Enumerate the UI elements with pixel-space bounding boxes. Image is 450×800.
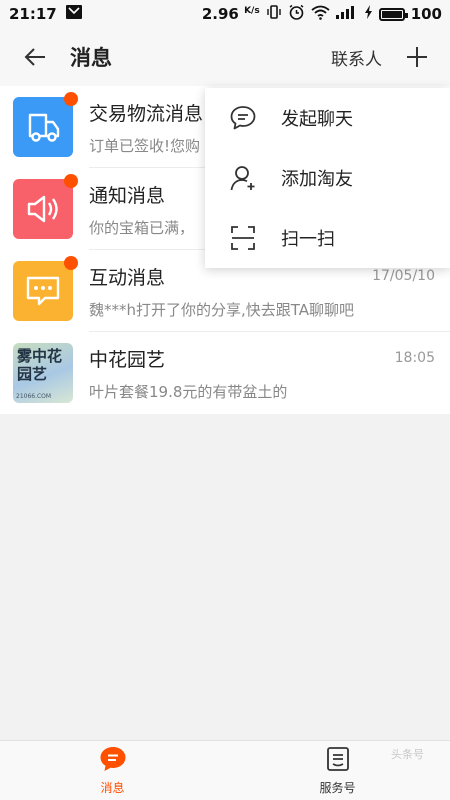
menu-item-scan[interactable]: 扫一扫: [205, 208, 450, 268]
unread-dot: [64, 92, 78, 106]
unread-dot: [64, 174, 78, 188]
watermark: 头条号: [391, 748, 424, 761]
menu-item-add-friend[interactable]: 添加淘友: [205, 148, 450, 208]
alarm-icon: [288, 4, 305, 25]
avatar-site: 21066.COM: [16, 393, 52, 400]
plus-icon: [407, 47, 427, 67]
back-arrow-icon: [24, 48, 45, 66]
add-friend-icon: [205, 164, 281, 192]
tab-label: 服务号: [319, 781, 356, 795]
message-title: 交易物流消息: [89, 102, 204, 125]
menu-item-label: 添加淘友: [281, 169, 353, 190]
truck-icon: [13, 97, 73, 157]
message-title: 中花园艺: [89, 348, 166, 371]
tab-label: 消息: [100, 781, 125, 795]
message-time: 18:05: [394, 350, 435, 366]
unread-dot: [64, 256, 78, 270]
avatar-text: 雾中花园艺: [17, 347, 63, 383]
header-bar: 消息 联系人: [0, 28, 450, 86]
message-time: 17/05/10: [372, 268, 435, 284]
vibrate-icon: [266, 4, 282, 24]
signal-icon: [335, 5, 358, 23]
message-title: 互动消息: [89, 266, 166, 289]
status-bar: 21:17 2.96 K/s 100: [0, 0, 450, 28]
notification-icon: [65, 5, 82, 23]
message-preview: 叶片套餐19.8元的有带盆土的: [89, 382, 288, 401]
battery-level: 100: [410, 5, 442, 23]
list-item[interactable]: 雾中花园艺 21066.COM 中花园艺 18:05 叶片套餐19.8元的有带盆…: [0, 332, 450, 414]
bottom-nav: 消息 服务号: [0, 740, 450, 800]
scan-icon: [205, 224, 281, 252]
wifi-icon: [311, 5, 330, 24]
message-title: 通知消息: [89, 184, 166, 207]
page-title: 消息: [70, 46, 112, 70]
menu-item-label: 扫一扫: [281, 229, 335, 250]
back-button[interactable]: [0, 28, 70, 86]
charging-icon: [364, 5, 373, 23]
menu-item-label: 发起聊天: [281, 109, 353, 130]
tab-messages[interactable]: 消息: [0, 741, 225, 800]
chat-bubble-icon: [205, 104, 281, 132]
network-speed: 2.96 K/s: [201, 5, 260, 23]
menu-item-start-chat[interactable]: 发起聊天: [205, 88, 450, 148]
popup-menu: 发起聊天 添加淘友 扫一扫: [205, 88, 450, 268]
battery-icon: [378, 7, 408, 21]
service-icon: [325, 746, 351, 776]
status-time: 21:17: [9, 5, 57, 23]
chat-dots-icon: [13, 261, 73, 321]
add-button[interactable]: [402, 42, 432, 72]
speaker-icon: [13, 179, 73, 239]
shop-avatar: 雾中花园艺 21066.COM: [13, 343, 73, 403]
contacts-button[interactable]: 联系人: [331, 45, 382, 70]
message-icon: [99, 746, 127, 776]
message-preview: 魏***h打开了你的分享,快去跟TA聊聊吧: [89, 300, 355, 319]
